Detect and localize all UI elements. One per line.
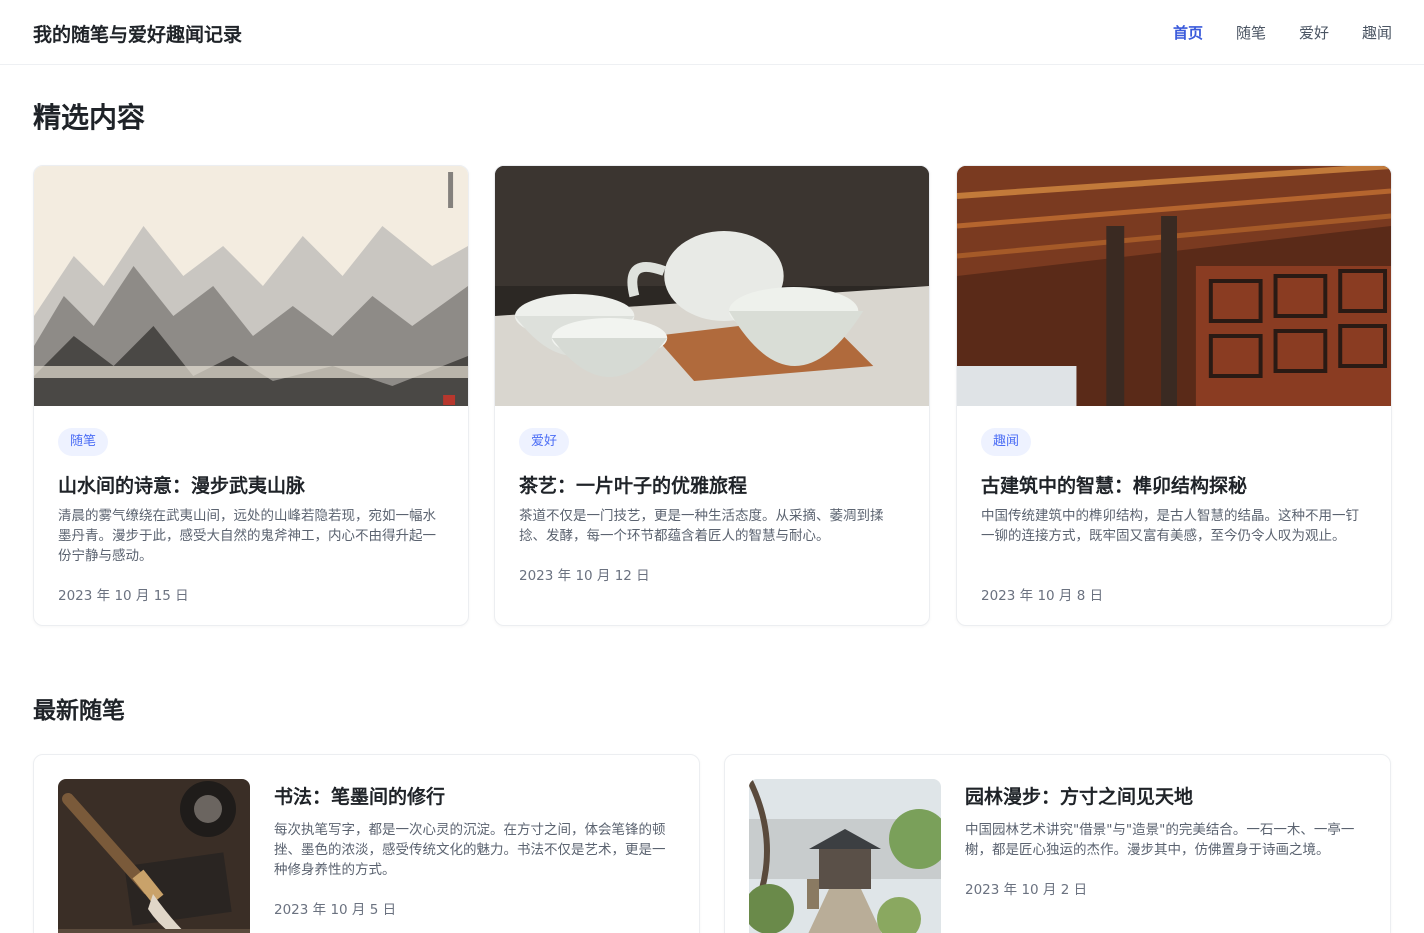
category-badge[interactable]: 随笔 [58,428,109,456]
site-title[interactable]: 我的随笔与爱好趣闻记录 [33,20,242,47]
card-date: 2023 年 10 月 15 日 [58,588,189,604]
card-title[interactable]: 书法：笔墨间的修行 [274,782,445,809]
card-title[interactable]: 园林漫步：方寸之间见天地 [965,782,1193,809]
card-excerpt: 每次执笔写字，都是一次心灵的沉淀。在方寸之间，体会笔锋的顿挫、墨色的浓淡，感受传… [274,822,666,878]
card-excerpt: 中国园林艺术讲究"借景"与"造景"的完美结合。一石一木、一亭一榭，都是匠心独运的… [965,822,1355,858]
main-nav: 首页 随笔 爱好 趣闻 [1173,22,1392,43]
category-badge[interactable]: 爱好 [519,428,570,456]
card-excerpt: 中国传统建筑中的榫卯结构，是古人智慧的结晶。这种不用一钉一铆的连接方式，既牢固又… [981,508,1359,544]
featured-section-title: 精选内容 [33,101,146,134]
top-navbar: 我的随笔与爱好趣闻记录 首页 随笔 爱好 趣闻 [0,0,1424,65]
featured-card[interactable]: 爱好 茶艺：一片叶子的优雅旅程 茶道不仅是一门技艺，更是一种生活态度。从采摘、萎… [494,165,930,626]
card-title[interactable]: 茶艺：一片叶子的优雅旅程 [519,471,747,498]
tea-set-image [495,166,929,406]
card-date: 2023 年 10 月 2 日 [965,882,1088,898]
nav-essays[interactable]: 随笔 [1236,22,1266,43]
card-excerpt: 茶道不仅是一门技艺，更是一种生活态度。从采摘、萎凋到揉捻、发酵，每一个环节都蕴含… [519,508,884,544]
latest-card[interactable]: 园林漫步：方寸之间见天地 中国园林艺术讲究"借景"与"造景"的完美结合。一石一木… [724,754,1391,933]
featured-card[interactable]: 趣闻 古建筑中的智慧：榫卯结构探秘 中国传统建筑中的榫卯结构，是古人智慧的结晶。… [956,165,1392,626]
category-badge[interactable]: 趣闻 [981,428,1032,456]
card-date: 2023 年 10 月 12 日 [519,568,650,584]
garden-path-image [749,779,941,933]
ink-landscape-image [34,166,468,406]
card-title[interactable]: 山水间的诗意：漫步武夷山脉 [58,471,305,498]
calligraphy-brush-image [58,779,250,933]
latest-section-title: 最新随笔 [33,698,125,724]
featured-card[interactable]: 随笔 山水间的诗意：漫步武夷山脉 清晨的雾气缭绕在武夷山间，远处的山峰若隐若现，… [33,165,469,626]
card-excerpt: 清晨的雾气缭绕在武夷山间，远处的山峰若隐若现，宛如一幅水墨丹青。漫步于此，感受大… [58,508,436,564]
nav-hobbies[interactable]: 爱好 [1299,22,1329,43]
latest-card[interactable]: 书法：笔墨间的修行 每次执笔写字，都是一次心灵的沉淀。在方寸之间，体会笔锋的顿挫… [33,754,700,933]
card-date: 2023 年 10 月 5 日 [274,902,397,918]
nav-home[interactable]: 首页 [1173,22,1203,43]
card-date: 2023 年 10 月 8 日 [981,588,1104,604]
card-title[interactable]: 古建筑中的智慧：榫卯结构探秘 [981,471,1247,498]
ancient-architecture-image [957,166,1391,406]
nav-anecdotes[interactable]: 趣闻 [1362,22,1392,43]
